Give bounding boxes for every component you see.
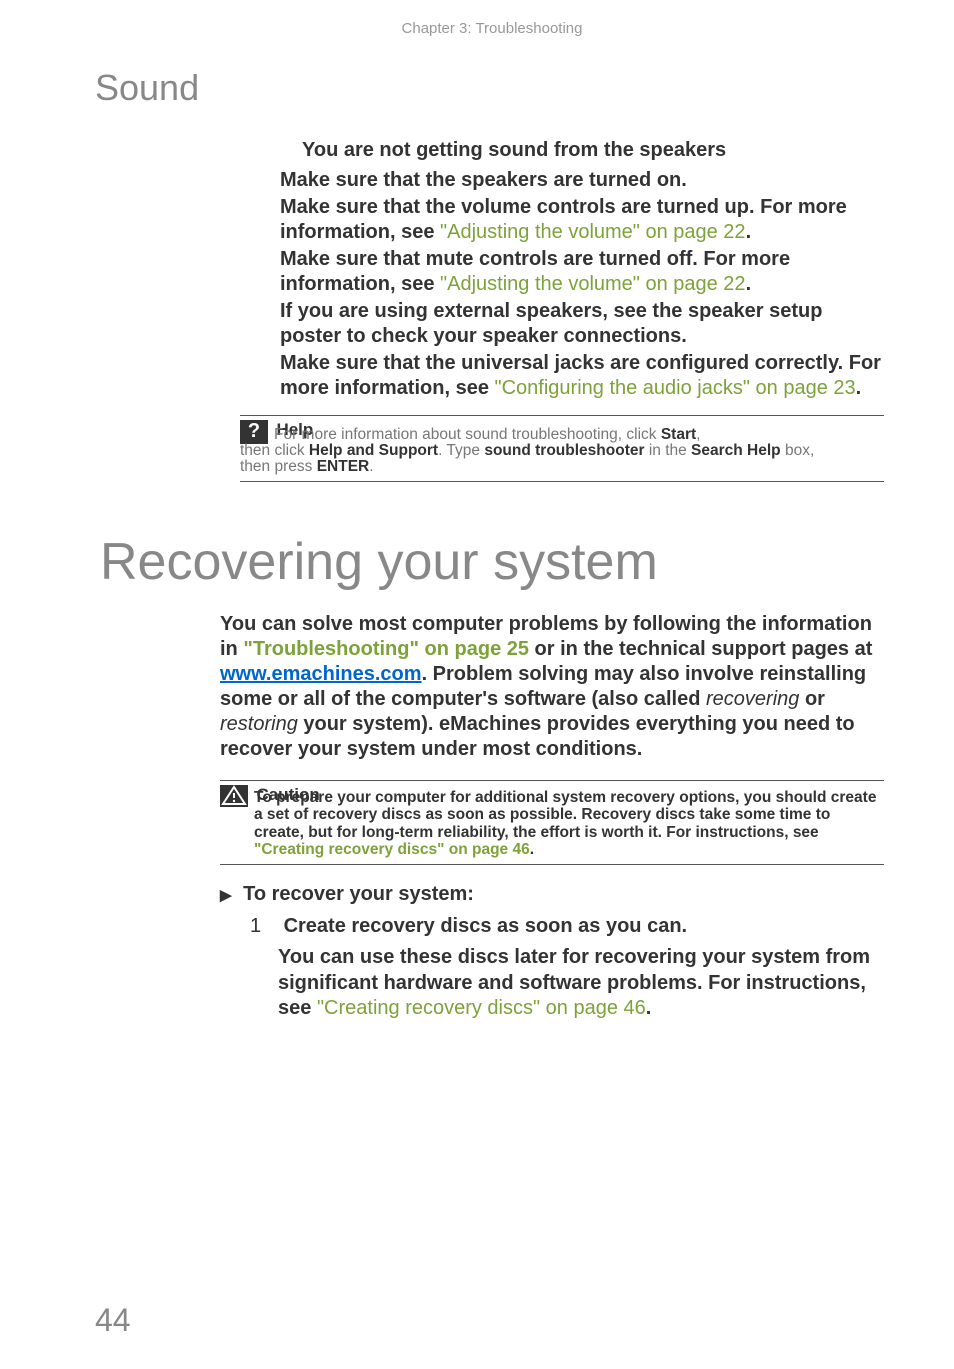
bullet-item: Make sure that the universal jacks are c… <box>280 351 884 401</box>
help-search-label: Search Help <box>691 442 781 459</box>
cross-ref-link[interactable]: "Adjusting the volume" on page 22 <box>440 221 746 243</box>
help-comma: , <box>696 426 700 443</box>
bullet-suffix: . <box>746 273 752 295</box>
bullet-suffix: . <box>746 221 752 243</box>
para-segment: or in the technical support pages at <box>529 638 872 660</box>
heading-recovering: Recovering your system <box>100 532 884 592</box>
issue-heading: You are not getting sound from the speak… <box>302 139 884 162</box>
procedure-title-text: To recover your system: <box>243 883 474 905</box>
cross-ref-link[interactable]: "Configuring the audio jacks" on page 23 <box>495 377 856 399</box>
para-segment: your system). eMachines provides everyth… <box>220 713 855 760</box>
cross-ref-link[interactable]: "Creating recovery discs" on page 46 <box>254 841 530 858</box>
help-text-segment: For more information about sound trouble… <box>274 426 661 443</box>
help-sound-label: sound troubleshooter <box>484 442 644 459</box>
help-text-segment: in the <box>645 442 692 459</box>
main-paragraph: You can solve most computer problems by … <box>220 612 884 762</box>
bullet-text: If you are using external speakers, see … <box>280 300 822 347</box>
para-segment: or <box>799 688 825 710</box>
help-enter-label: ENTER <box>317 458 370 475</box>
caution-icon <box>220 785 248 807</box>
help-callout: ? Help For more information about sound … <box>240 415 884 482</box>
caution-body-suffix: . <box>530 841 534 858</box>
help-text-segment: then click <box>240 442 309 459</box>
step-text: Create recovery discs as soon as you can… <box>284 915 688 937</box>
step-item: 1 Create recovery discs as soon as you c… <box>250 914 884 940</box>
step-number: 1 <box>250 914 278 940</box>
help-icon: ? <box>240 420 268 444</box>
bullet-item: Make sure that mute controls are turned … <box>280 247 884 297</box>
bullet-item: Make sure that the speakers are turned o… <box>280 168 884 193</box>
help-text-segment: box, <box>781 442 815 459</box>
help-hs-label: Help and Support <box>309 442 438 459</box>
step-body-suffix: . <box>646 997 652 1019</box>
bullet-item: If you are using external speakers, see … <box>280 299 884 349</box>
step-body: You can use these discs later for recove… <box>278 945 884 1022</box>
external-link[interactable]: www.emachines.com <box>220 663 422 685</box>
bullet-text: Make sure that the speakers are turned o… <box>280 169 687 191</box>
help-text-segment: then press <box>240 458 317 475</box>
help-period: . <box>369 458 373 475</box>
caution-body: To prepare your computer for additional … <box>254 789 876 840</box>
italic-term: restoring <box>220 713 298 735</box>
cross-ref-link[interactable]: "Adjusting the volume" on page 22 <box>440 273 746 295</box>
cross-ref-link[interactable]: "Troubleshooting" on page 25 <box>243 638 529 660</box>
bullet-suffix: . <box>856 377 862 399</box>
help-start-label: Start <box>661 426 696 443</box>
page-number: 44 <box>95 1302 131 1339</box>
chapter-header: Chapter 3: Troubleshooting <box>100 20 884 37</box>
italic-term: recovering <box>706 688 799 710</box>
cross-ref-link[interactable]: "Creating recovery discs" on page 46 <box>317 997 646 1019</box>
section-title-sound: Sound <box>95 67 884 109</box>
caution-callout: Caution To prepare your computer for add… <box>220 780 884 864</box>
bullet-item: Make sure that the volume controls are t… <box>280 195 884 245</box>
help-text-segment: . Type <box>438 442 484 459</box>
procedure-title: To recover your system: <box>220 883 884 906</box>
